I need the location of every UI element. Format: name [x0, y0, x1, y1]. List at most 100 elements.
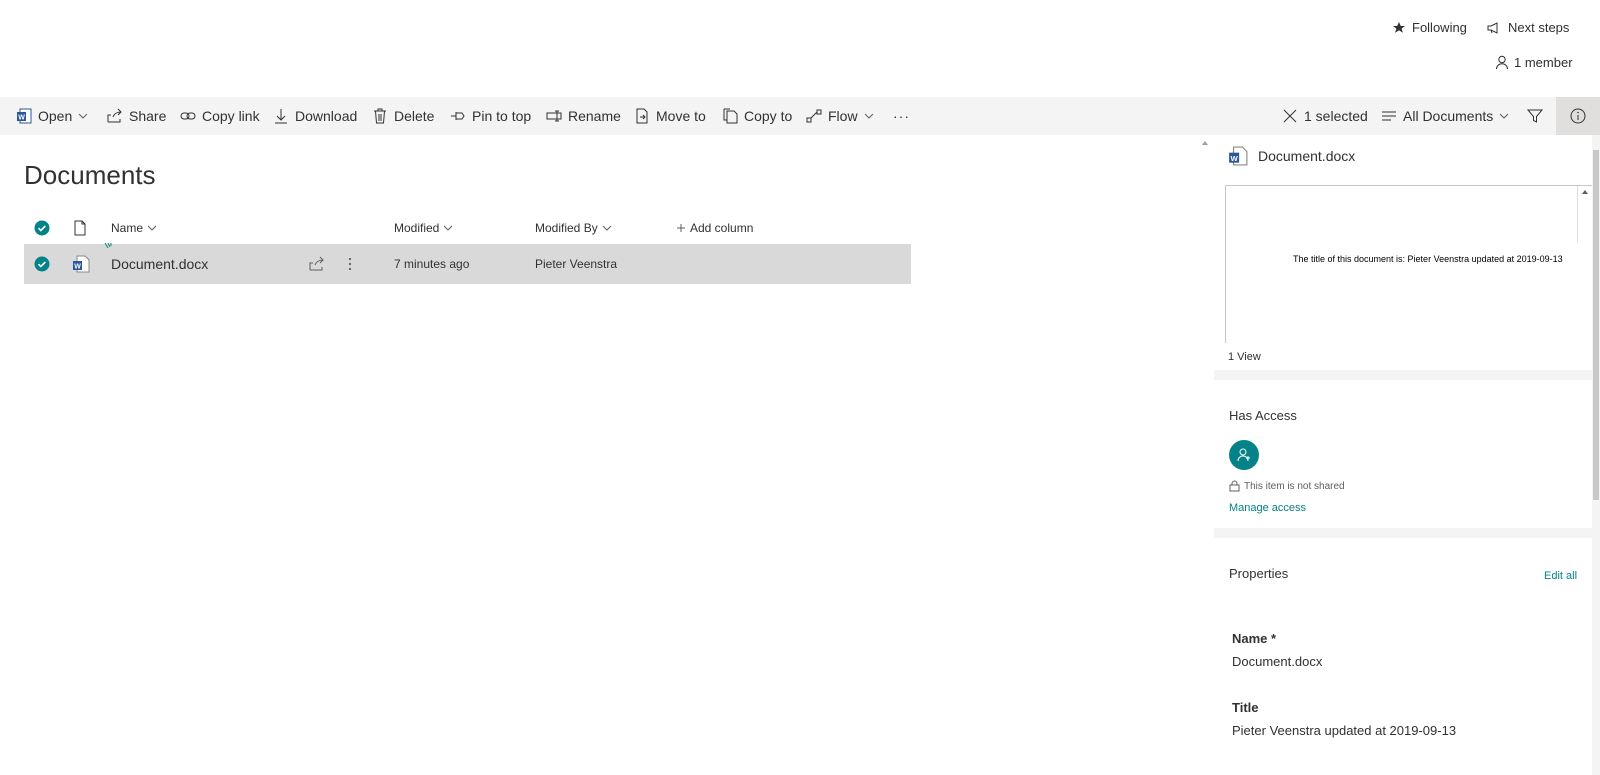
svg-text:W: W: [1230, 154, 1238, 163]
copy-link-button[interactable]: Copy link: [180, 97, 260, 135]
details-panel: W Document.docx The title of this docume…: [1214, 135, 1593, 775]
panel-scrollbar-thumb[interactable]: [1593, 150, 1599, 500]
more-button[interactable]: ···: [893, 97, 910, 135]
members-label: 1 member: [1514, 55, 1573, 70]
move-icon: [634, 108, 650, 124]
open-label: Open: [38, 108, 73, 124]
chevron-down-icon: [1499, 111, 1509, 121]
word-file-icon: W: [72, 244, 90, 284]
pin-to-top-label: Pin to top: [472, 108, 532, 124]
properties-title: Properties: [1229, 566, 1289, 581]
page-title: Documents: [24, 160, 156, 190]
open-button[interactable]: W Open: [16, 97, 88, 135]
modified-by-cell[interactable]: Pieter Veenstra: [535, 244, 617, 284]
filter-button[interactable]: [1527, 97, 1543, 135]
not-shared-status: This item is not shared: [1229, 480, 1345, 492]
link-icon: [180, 108, 196, 124]
download-button[interactable]: Download: [273, 97, 357, 135]
column-header-name[interactable]: Name: [111, 213, 157, 243]
column-header-modified-by[interactable]: Modified By: [535, 213, 612, 243]
copy-link-label: Copy link: [202, 108, 260, 124]
members-button[interactable]: 1 member: [1495, 55, 1573, 70]
lock-icon: [1229, 480, 1240, 492]
view-switcher[interactable]: All Documents: [1381, 97, 1509, 135]
modified-by-column-label: Modified By: [535, 221, 598, 235]
selected-count: 1 selected: [1304, 108, 1368, 124]
star-icon: [1392, 21, 1406, 35]
download-label: Download: [295, 108, 358, 124]
list-icon: [1381, 108, 1397, 124]
properties-section: Properties Edit all Name * Document.docx…: [1214, 538, 1592, 775]
row-checkbox[interactable]: [34, 244, 50, 284]
info-icon: [1570, 108, 1586, 124]
filter-icon: [1527, 108, 1543, 124]
modified-column-label: Modified: [394, 221, 440, 235]
details-file-header: W Document.docx: [1228, 146, 1355, 166]
person-icon: [1495, 55, 1509, 70]
copy-to-button[interactable]: Copy to: [722, 97, 792, 135]
flow-label: Flow: [828, 108, 858, 124]
flow-icon: [806, 108, 822, 124]
person-add-icon: [1237, 448, 1250, 462]
next-steps-button[interactable]: Next steps: [1486, 20, 1569, 35]
manage-access-link[interactable]: Manage access: [1229, 502, 1306, 514]
title-property-label: Title: [1232, 700, 1259, 715]
view-count: 1 View: [1228, 351, 1261, 363]
name-column-label: Name: [111, 221, 144, 235]
table-row[interactable]: W Document.docx 7 minutes ago Pieter Vee…: [24, 242, 911, 284]
share-button[interactable]: Share: [107, 97, 166, 135]
check-circle-icon: [34, 220, 50, 236]
share-label: Share: [129, 108, 167, 124]
svg-text:W: W: [74, 264, 81, 271]
megaphone-icon: [1486, 21, 1502, 35]
file-name-link[interactable]: Document.docx: [111, 244, 208, 284]
title-property-value[interactable]: Pieter Veenstra updated at 2019-09-13: [1232, 723, 1456, 738]
document-preview[interactable]: The title of this document is: Pieter Ve…: [1225, 185, 1593, 343]
row-share-button[interactable]: [309, 244, 325, 284]
move-to-button[interactable]: Move to: [634, 97, 706, 135]
select-all-checkbox[interactable]: [34, 213, 50, 243]
modified-cell: 7 minutes ago: [394, 257, 470, 271]
share-avatar[interactable]: [1229, 440, 1259, 470]
close-icon: [1282, 108, 1298, 124]
download-icon: [273, 108, 289, 124]
rename-label: Rename: [568, 108, 621, 124]
add-column-label: Add column: [690, 221, 754, 235]
flow-button[interactable]: Flow: [806, 97, 874, 135]
column-header-modified[interactable]: Modified: [394, 213, 453, 243]
preview-scrollbar[interactable]: [1577, 186, 1592, 242]
next-steps-label: Next steps: [1508, 20, 1570, 35]
pin-icon: [450, 108, 466, 124]
clear-selection-button[interactable]: 1 selected: [1282, 97, 1368, 135]
svg-text:W: W: [18, 115, 25, 122]
check-circle-icon: [34, 256, 50, 272]
more-vertical-icon: [348, 257, 352, 271]
list-scrollbar[interactable]: [1196, 135, 1214, 775]
not-shared-text: This item is not shared: [1244, 480, 1345, 492]
share-icon: [309, 256, 324, 271]
copy-to-label: Copy to: [744, 108, 793, 124]
row-more-button[interactable]: [348, 244, 352, 284]
trash-icon: [372, 108, 388, 124]
info-pane-button[interactable]: [1556, 97, 1600, 135]
chevron-down-icon: [864, 111, 874, 121]
more-icon: ···: [893, 108, 910, 124]
chevron-down-icon: [78, 111, 88, 121]
rename-icon: [546, 108, 562, 124]
delete-label: Delete: [394, 108, 435, 124]
add-column-button[interactable]: Add column: [676, 213, 753, 243]
pin-to-top-button[interactable]: Pin to top: [450, 97, 531, 135]
edit-all-link[interactable]: Edit all: [1544, 570, 1577, 582]
command-bar: W Open Share Copy link Download Delete P…: [0, 97, 1600, 135]
move-to-label: Move to: [656, 108, 706, 124]
following-button[interactable]: Following: [1392, 20, 1467, 35]
rename-button[interactable]: Rename: [546, 97, 621, 135]
file-type-header[interactable]: [72, 213, 88, 243]
view-label: All Documents: [1403, 108, 1494, 124]
name-property-value[interactable]: Document.docx: [1232, 654, 1322, 669]
delete-button[interactable]: Delete: [372, 97, 434, 135]
chevron-down-icon: [147, 223, 157, 233]
name-property-label: Name *: [1232, 631, 1277, 646]
plus-icon: [676, 223, 686, 233]
preview-section: W Document.docx The title of this docume…: [1214, 135, 1593, 370]
